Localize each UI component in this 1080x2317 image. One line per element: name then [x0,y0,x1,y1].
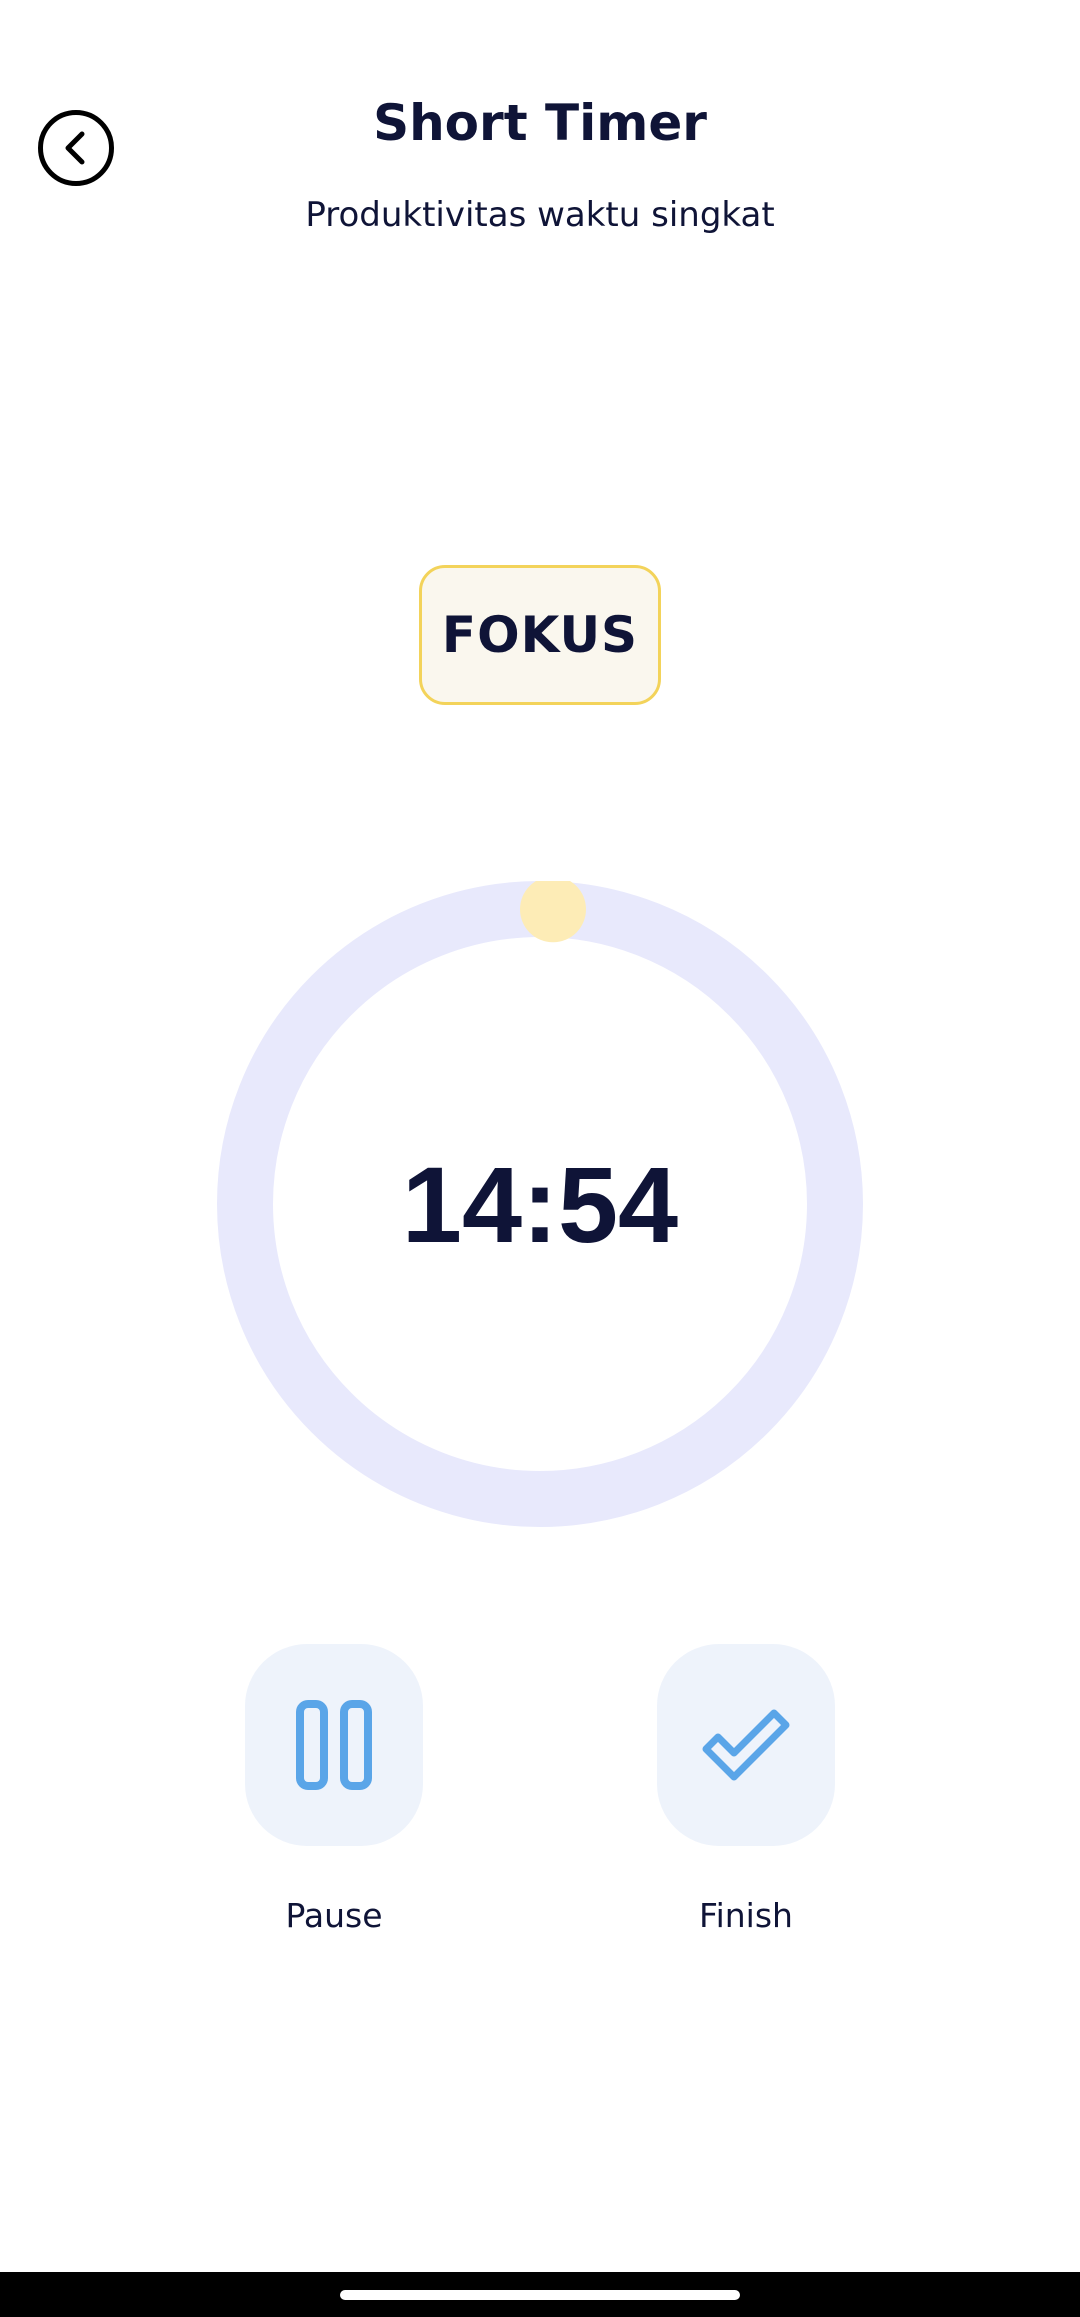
timer-display: 14:54 [401,1143,679,1265]
page-subtitle: Produktivitas waktu singkat [305,195,775,235]
pause-icon [296,1700,372,1790]
pause-button[interactable] [245,1644,423,1846]
pause-action: Pause [245,1644,423,1938]
finish-button[interactable] [657,1644,835,1846]
home-indicator[interactable] [340,2290,740,2300]
page-title: Short Timer [373,94,707,152]
short-timer-screen: Short Timer Produktivitas waktu singkat … [0,0,1080,2317]
mode-badge: FOKUS [419,565,661,705]
finish-label: Finish [699,1896,793,1935]
check-icon [702,1709,790,1781]
finish-action: Finish [657,1644,835,1938]
pause-label: Pause [285,1896,383,1935]
